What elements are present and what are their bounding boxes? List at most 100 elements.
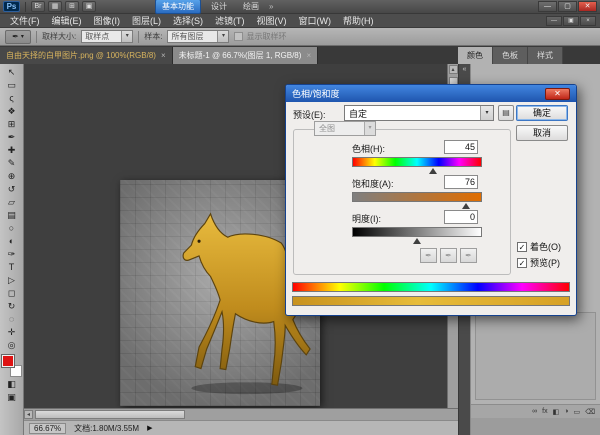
zoom-level[interactable]: 66.67% bbox=[29, 423, 66, 434]
tool-marquee[interactable]: ▭ bbox=[2, 79, 22, 92]
document-window-controls: — ▣ × bbox=[546, 16, 596, 26]
lightness-slider-thumb[interactable] bbox=[413, 238, 421, 244]
close-tab-icon[interactable]: × bbox=[306, 51, 311, 60]
saturation-gradient-bar[interactable] bbox=[352, 192, 482, 202]
tool-shape[interactable]: ◻ bbox=[2, 287, 22, 300]
tool-dodge[interactable]: ◐ bbox=[2, 235, 22, 248]
tool-move[interactable]: ↖ bbox=[2, 66, 22, 79]
status-options-arrow-icon[interactable]: ▶ bbox=[147, 424, 152, 432]
workspace-painting[interactable]: 绘画 bbox=[237, 0, 265, 13]
quick-mask-icon[interactable]: ◧ bbox=[2, 378, 22, 391]
dialog-close-button[interactable]: ✕ bbox=[545, 88, 570, 100]
cancel-button[interactable]: 取消 bbox=[516, 125, 568, 141]
tab-swatches[interactable]: 色板 bbox=[493, 47, 528, 64]
tool-orbit-3d[interactable]: ◌ bbox=[2, 313, 22, 326]
tab-color[interactable]: 颜色 bbox=[458, 47, 493, 64]
chevron-down-icon: ▾ bbox=[217, 31, 228, 42]
arrange-documents-icon[interactable]: ⊞ bbox=[65, 1, 79, 12]
tool-history-brush[interactable]: ↺ bbox=[2, 183, 22, 196]
show-sampling-ring-label: 显示取样环 bbox=[246, 31, 286, 42]
tool-gradient[interactable]: ▤ bbox=[2, 209, 22, 222]
delete-layer-icon[interactable]: ⌫ bbox=[585, 408, 595, 416]
new-layer-icon[interactable]: ▭ bbox=[573, 408, 580, 416]
menu-filter[interactable]: 滤镜(T) bbox=[209, 14, 251, 27]
document-tab-1[interactable]: 自由天择的白甲图片.png @ 100%(RGB/8) × bbox=[0, 47, 173, 64]
lightness-input[interactable] bbox=[444, 210, 478, 224]
horizontal-scrollbar[interactable]: ◂ bbox=[24, 408, 458, 420]
menu-image[interactable]: 图像(I) bbox=[88, 14, 127, 27]
tool-preset-picker[interactable]: ✒ ▾ bbox=[5, 30, 31, 44]
restore-button[interactable]: ▢ bbox=[558, 1, 577, 12]
hue-gradient-bar[interactable] bbox=[352, 157, 482, 167]
tool-blur[interactable]: ○ bbox=[2, 222, 22, 235]
tool-eraser[interactable]: ▱ bbox=[2, 196, 22, 209]
preset-options-button[interactable]: ▤ bbox=[498, 105, 514, 121]
preset-select[interactable]: 自定 ▾ bbox=[344, 105, 494, 121]
tool-type[interactable]: T bbox=[2, 261, 22, 274]
doc-restore-button[interactable]: ▣ bbox=[563, 16, 579, 26]
color-swatches bbox=[2, 355, 22, 377]
workspace-design[interactable]: 设计 bbox=[205, 0, 233, 13]
menu-select[interactable]: 选择(S) bbox=[167, 14, 209, 27]
layer-mask-icon[interactable]: ◧ bbox=[553, 408, 560, 416]
hue-input[interactable] bbox=[444, 140, 478, 154]
close-tab-icon[interactable]: × bbox=[161, 51, 166, 60]
sample-eyedropper-icon[interactable]: ✒ bbox=[420, 248, 437, 263]
saturation-slider-thumb[interactable] bbox=[462, 203, 470, 209]
screen-mode-icon[interactable]: ▣ bbox=[82, 1, 96, 12]
tool-zoom[interactable]: ◎ bbox=[2, 339, 22, 352]
tool-brush[interactable]: ✎ bbox=[2, 157, 22, 170]
menu-edit[interactable]: 编辑(E) bbox=[46, 14, 88, 27]
doc-minimize-button[interactable]: — bbox=[546, 16, 562, 26]
colorize-checkbox[interactable]: ✓ 着色(O) bbox=[517, 240, 561, 253]
ok-button[interactable]: 确定 bbox=[516, 105, 568, 121]
menu-help[interactable]: 帮助(H) bbox=[337, 14, 380, 27]
workspace-essentials[interactable]: 基本功能 bbox=[155, 0, 201, 14]
preview-checkbox[interactable]: ✓ 预览(P) bbox=[517, 256, 560, 269]
sample-size-select[interactable]: 取样点 ▾ bbox=[81, 30, 133, 43]
saturation-input[interactable] bbox=[444, 175, 478, 189]
layers-panel-body[interactable] bbox=[475, 312, 596, 400]
bridge-icon[interactable]: Br bbox=[31, 1, 45, 12]
menu-layer[interactable]: 图层(L) bbox=[126, 14, 167, 27]
hue-slider-thumb[interactable] bbox=[429, 168, 437, 174]
tool-crop[interactable]: ⊞ bbox=[2, 118, 22, 131]
foreground-color-swatch[interactable] bbox=[2, 355, 14, 367]
tab-styles[interactable]: 样式 bbox=[528, 47, 563, 64]
sample-select[interactable]: 所有图层 ▾ bbox=[167, 30, 229, 43]
subtract-eyedropper-icon[interactable]: ✒ bbox=[460, 248, 477, 263]
menu-window[interactable]: 窗口(W) bbox=[293, 14, 338, 27]
layer-effects-icon[interactable]: fx bbox=[542, 408, 547, 415]
horizontal-scroll-thumb[interactable] bbox=[35, 410, 185, 419]
screen-mode-toggle-icon[interactable]: ▣ bbox=[2, 391, 22, 404]
lightness-gradient-bar[interactable] bbox=[352, 227, 482, 237]
dialog-title-bar[interactable]: 色相/饱和度 ✕ bbox=[286, 85, 576, 102]
saturation-label: 饱和度(A): bbox=[352, 177, 394, 190]
menu-view[interactable]: 视图(V) bbox=[251, 14, 293, 27]
document-tab-2[interactable]: 未标题-1 @ 66.7%(图层 1, RGB/8) × bbox=[173, 47, 319, 64]
view-extras-icon[interactable]: ▦ bbox=[48, 1, 62, 12]
tool-path-selection[interactable]: ▷ bbox=[2, 274, 22, 287]
close-button[interactable]: ✕ bbox=[578, 1, 597, 12]
sample-size-label: 取样大小: bbox=[42, 31, 76, 42]
channel-select[interactable]: 全图 ▾ bbox=[314, 121, 376, 136]
collapse-panels-icon[interactable]: « bbox=[459, 64, 470, 73]
tool-quick-selection[interactable]: ❖ bbox=[2, 105, 22, 118]
scroll-up-icon[interactable]: ▴ bbox=[449, 65, 458, 74]
show-sampling-ring-option[interactable]: 显示取样环 bbox=[234, 31, 286, 42]
tool-lasso[interactable]: ς bbox=[2, 92, 22, 105]
tool-eyedropper[interactable]: ✒ bbox=[2, 131, 22, 144]
add-eyedropper-icon[interactable]: ✒ bbox=[440, 248, 457, 263]
more-workspaces-icon[interactable]: » bbox=[269, 2, 273, 11]
minimize-button[interactable]: — bbox=[538, 1, 557, 12]
adjustment-layer-icon[interactable]: ◑ bbox=[564, 408, 568, 415]
scroll-left-icon[interactable]: ◂ bbox=[24, 410, 33, 419]
menu-file[interactable]: 文件(F) bbox=[4, 14, 46, 27]
tool-healing-brush[interactable]: ✚ bbox=[2, 144, 22, 157]
doc-close-button[interactable]: × bbox=[580, 16, 596, 26]
tool-clone-stamp[interactable]: ⊕ bbox=[2, 170, 22, 183]
tool-rotate-3d[interactable]: ↻ bbox=[2, 300, 22, 313]
link-layers-icon[interactable]: ∞ bbox=[532, 408, 537, 415]
tool-pen[interactable]: ✑ bbox=[2, 248, 22, 261]
tool-hand[interactable]: ✛ bbox=[2, 326, 22, 339]
